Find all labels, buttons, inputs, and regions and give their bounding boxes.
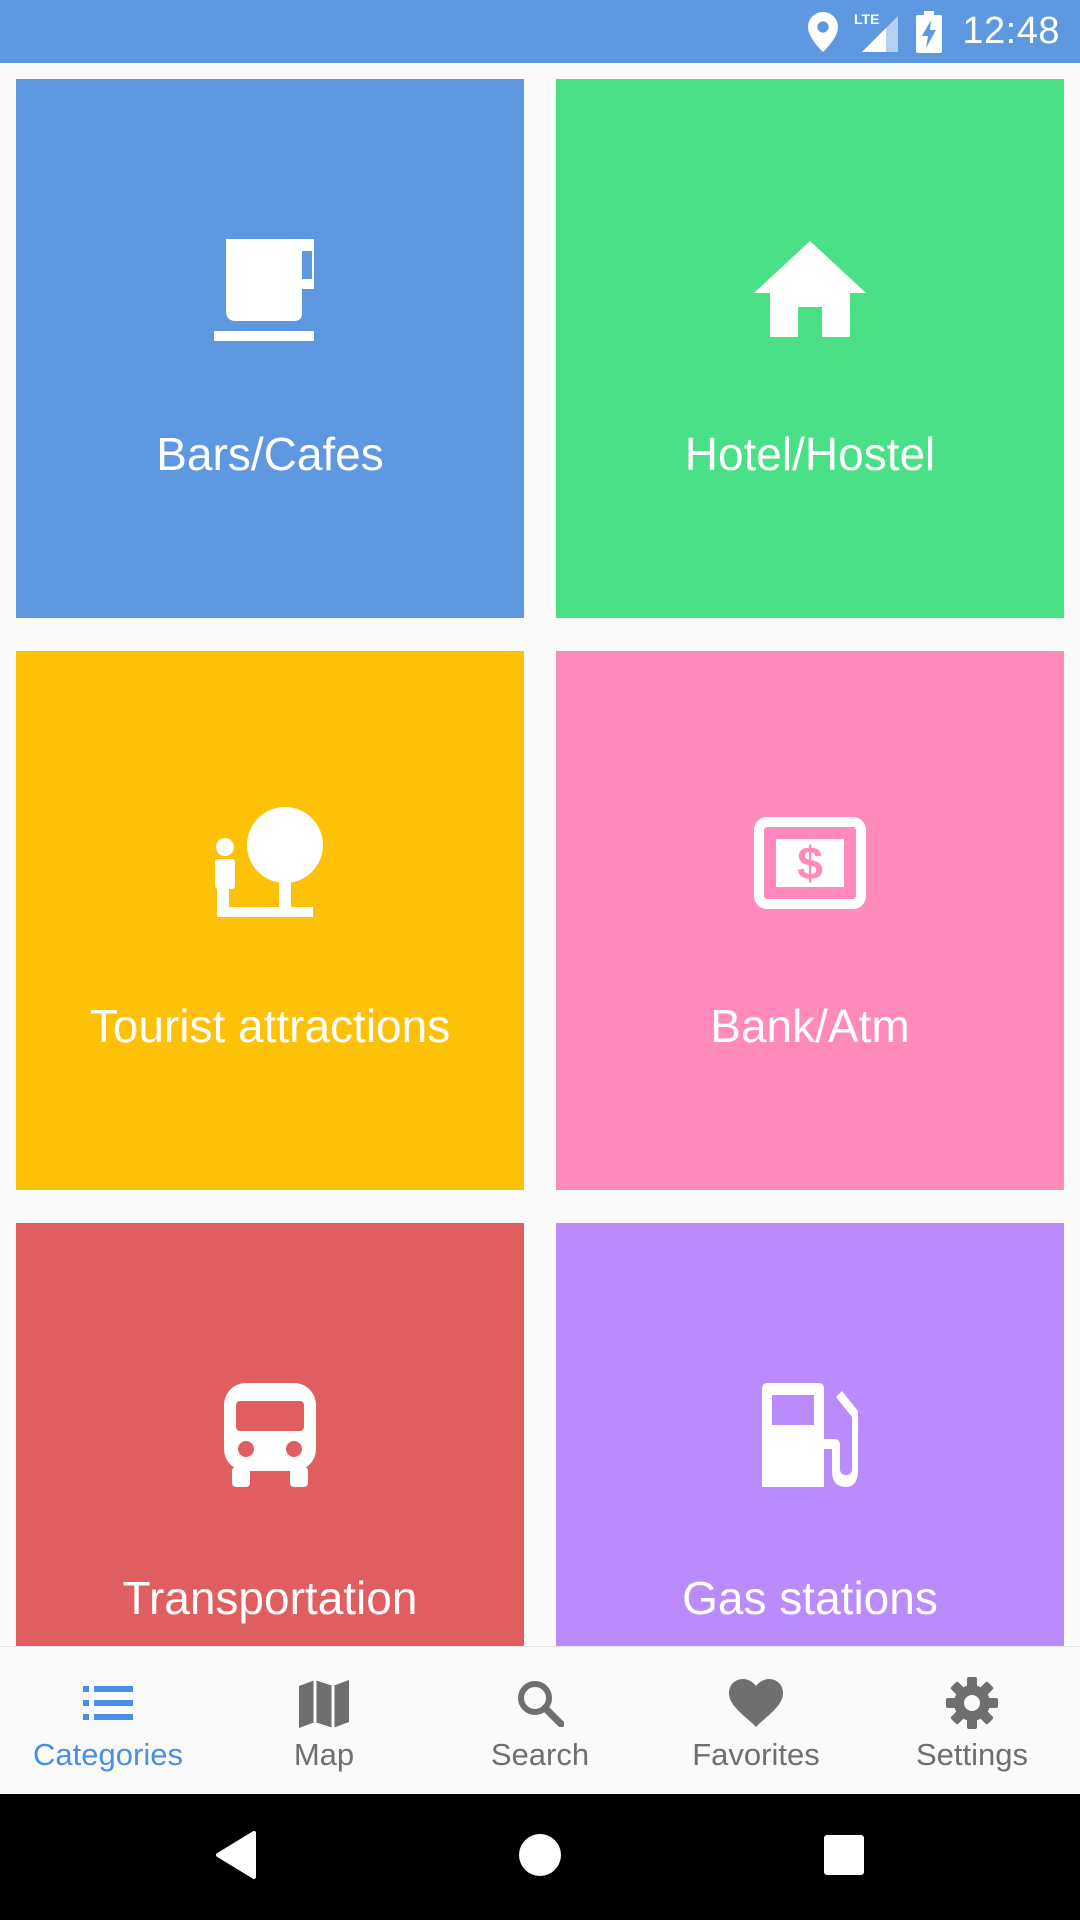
category-tile-tourist-attractions[interactable]: Tourist attractions: [16, 651, 524, 1190]
category-label: Bars/Cafes: [156, 428, 384, 480]
bottom-navigation: Categories Map Search Favorites Settings: [0, 1646, 1080, 1795]
bus-icon: [210, 1375, 330, 1495]
category-label: Bank/Atm: [710, 1000, 910, 1052]
recents-button[interactable]: [784, 1794, 904, 1920]
atm-money-icon: $: [750, 803, 870, 923]
nav-label: Favorites: [692, 1737, 820, 1772]
network-type: LTE: [854, 11, 879, 27]
location-icon: [808, 11, 839, 52]
search-icon: [516, 1675, 564, 1731]
battery-charging-icon: [916, 10, 943, 53]
gear-icon: [946, 1675, 998, 1731]
nav-item-map[interactable]: Map: [216, 1647, 432, 1795]
category-tile-bars-cafes[interactable]: Bars/Cafes: [16, 79, 524, 618]
home-button[interactable]: [480, 1794, 600, 1920]
nav-label: Map: [293, 1737, 355, 1772]
category-grid: Bars/Cafes Hotel/Hostel Tourist attracti…: [0, 63, 1080, 1646]
category-label: Hotel/Hostel: [684, 428, 936, 480]
gas-station-icon: [750, 1375, 870, 1495]
nav-item-settings[interactable]: Settings: [864, 1647, 1080, 1795]
tourist-attraction-icon: [210, 803, 330, 923]
nav-item-search[interactable]: Search: [432, 1647, 648, 1795]
system-navigation-bar: [0, 1794, 1080, 1920]
nav-item-categories[interactable]: Categories: [0, 1647, 216, 1795]
heart-icon: [729, 1675, 783, 1731]
home-icon: [518, 1833, 562, 1882]
house-icon: [750, 231, 870, 351]
category-label: Gas stations: [682, 1572, 938, 1624]
svg-text:$: $: [797, 837, 823, 889]
nav-label: Settings: [915, 1737, 1028, 1772]
back-button[interactable]: [176, 1794, 296, 1920]
status-icons: LTE 12:48: [808, 0, 1060, 63]
back-icon: [214, 1830, 258, 1885]
category-label: Transportation: [122, 1572, 418, 1624]
status-bar: LTE 12:48: [0, 0, 1080, 63]
nav-label: Categories: [33, 1737, 183, 1772]
list-icon: [83, 1675, 133, 1731]
nav-item-favorites[interactable]: Favorites: [648, 1647, 864, 1795]
category-label: Tourist attractions: [89, 1000, 451, 1052]
category-tile-transportation[interactable]: Transportation: [16, 1223, 524, 1646]
nav-label: Search: [490, 1737, 590, 1772]
category-tile-hotel-hostel[interactable]: Hotel/Hostel: [556, 79, 1064, 618]
coffee-cup-icon: [210, 231, 330, 351]
signal-icon: LTE: [852, 10, 902, 54]
recents-icon: [824, 1834, 864, 1880]
category-tile-gas-stations[interactable]: Gas stations: [556, 1223, 1064, 1646]
status-time: 12:48: [962, 10, 1060, 52]
category-tile-bank-atm[interactable]: $ Bank/Atm: [556, 651, 1064, 1190]
map-icon: [299, 1675, 349, 1731]
